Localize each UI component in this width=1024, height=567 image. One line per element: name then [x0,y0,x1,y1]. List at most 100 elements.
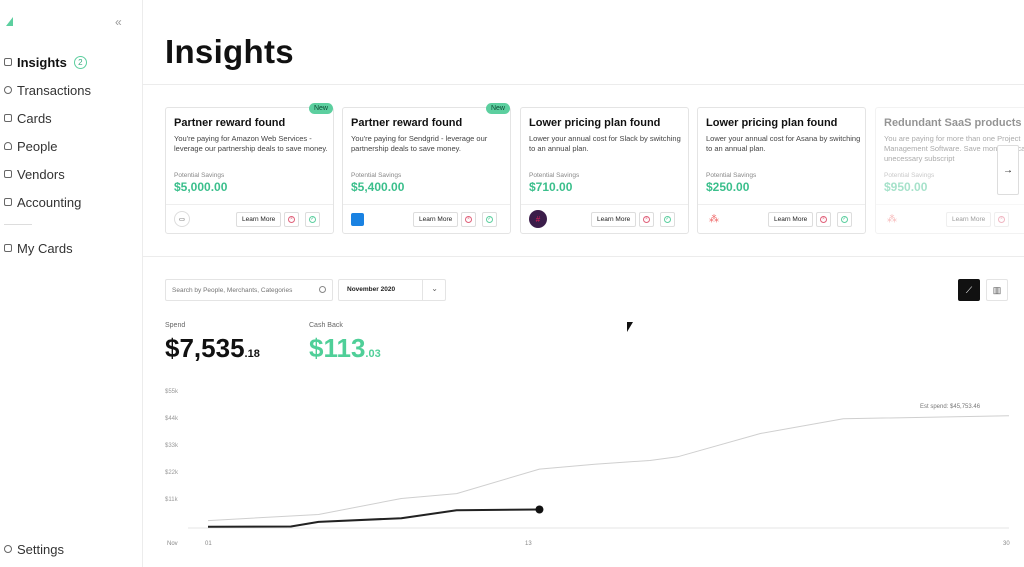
collapse-sidebar-button[interactable]: « [115,15,122,29]
search-input[interactable] [172,283,317,298]
sidebar-item-label: People [17,138,58,154]
close-circle-icon: × [465,216,472,223]
app-window: « Insights 2 Transactions Cards People V… [0,0,1024,567]
sidebar-item-transactions[interactable]: Transactions [4,81,91,99]
accept-button[interactable]: ✓ [482,212,497,227]
sidebar-item-people[interactable]: People [4,137,57,155]
card-footer: ⁂ Learn More × ✓ [698,204,865,233]
card-title: Partner reward found [174,117,286,129]
card-description: Lower your annual cost for Asana by swit… [706,134,861,153]
sidebar-item-settings[interactable]: Settings [4,540,64,558]
accept-button[interactable]: ✓ [660,212,675,227]
insight-card: Lower pricing plan found Lower your annu… [520,107,689,234]
brand-logo-icon[interactable] [6,17,13,26]
learn-more-button[interactable]: Learn More [236,212,282,227]
sidebar-item-label: Accounting [17,194,82,210]
learn-more-button[interactable]: Learn More [591,212,637,227]
dismiss-button[interactable]: × [994,212,1009,227]
book-icon [4,198,12,206]
y-tick-label: $22k [165,470,179,476]
card-footer: ⁂ Learn More × [876,204,1024,233]
sidebar-item-insights[interactable]: Insights 2 [4,53,87,71]
insight-card: New Partner reward found You're paying f… [165,103,334,234]
sidebar-divider [4,224,32,225]
slack-logo-icon: # [529,210,547,228]
savings-label: Potential Savings [529,172,580,179]
x-tick-label: 01 [205,541,212,547]
card-footer: Learn More × ✓ [343,204,510,233]
y-tick-label: $44k [165,416,179,422]
arrow-right-icon: → [1003,164,1013,176]
savings-label: Potential Savings [706,172,757,179]
sidebar-item-vendors[interactable]: Vendors [4,165,65,183]
bar-chart-view-button[interactable]: ▥ [986,279,1008,301]
spend-cents: .18 [244,348,260,360]
learn-more-button[interactable]: Learn More [413,212,459,227]
check-circle-icon: ✓ [486,216,493,223]
month-select[interactable]: November 2020 ⌄ [338,279,446,301]
sendgrid-logo-icon [351,213,364,226]
dismiss-button[interactable]: × [284,212,299,227]
count-badge: 2 [73,55,87,69]
savings-amount: $5,400.00 [351,180,405,194]
cashback-dollars: $113 [309,333,366,363]
learn-more-button[interactable]: Learn More [946,212,992,227]
sidebar-item-accounting[interactable]: Accounting [4,193,81,211]
sidebar-item-my-cards[interactable]: My Cards [4,239,73,257]
savings-amount: $5,000.00 [174,180,228,194]
bell-icon [4,58,12,66]
card-title: Lower pricing plan found [706,117,838,129]
insight-card: Lower pricing plan found Lower your annu… [697,107,866,234]
spend-label: Spend [165,322,186,329]
savings-amount: $950.00 [884,180,928,194]
estimated-spend-line [207,415,1010,522]
sidebar-item-cards[interactable]: Cards [4,109,52,127]
card-title: Lower pricing plan found [529,117,661,129]
month-select-value: November 2020 [347,286,396,293]
y-tick-label: $11k [165,497,178,503]
card-icon [4,244,12,252]
savings-label: Potential Savings [884,172,935,179]
estimated-spend-annotation: Est spend: $45,753.46 [920,404,981,410]
next-cards-button[interactable]: → [997,145,1019,195]
bar-chart-icon: ▥ [992,284,1002,295]
dismiss-button[interactable]: × [639,212,654,227]
accept-button[interactable]: ✓ [305,212,320,227]
check-circle-icon: ✓ [309,216,316,223]
dismiss-button[interactable]: × [816,212,831,227]
accept-button[interactable]: ✓ [837,212,852,227]
card-description: Lower your annual cost for Slack by swit… [529,134,681,153]
savings-label: Potential Savings [351,172,402,179]
mouse-cursor [627,322,633,332]
sidebar-item-label: Cards [17,110,52,126]
current-spend-point[interactable] [535,505,544,514]
search-field[interactable] [165,279,333,301]
dismiss-button[interactable]: × [461,212,476,227]
x-month-label: Nov [167,541,178,547]
spend-dollars: $7,535 [165,333,245,363]
cashback-label: Cash Back [309,322,343,329]
y-tick-label: $55k [165,389,179,395]
spend-chart: $55k $44k $33k $22k $11k Nov 01 13 30 Es… [143,380,1024,567]
x-tick-label: 30 [1003,541,1010,547]
learn-more-button[interactable]: Learn More [768,212,814,227]
close-circle-icon: × [998,216,1005,223]
close-circle-icon: × [820,216,827,223]
cashback-amount: $113.03 [309,333,381,364]
aws-logo-icon: ▭ [174,211,190,227]
saas-logos-icon: ⁂ [887,213,897,225]
insight-card: New Partner reward found You're paying f… [342,103,511,234]
close-circle-icon: × [643,216,650,223]
spend-amount: $7,535.18 [165,333,260,364]
card-description: You're paying for Sendgrid - leverage ou… [351,134,488,153]
asana-logo-icon: ⁂ [709,213,719,225]
store-icon [4,170,12,178]
savings-amount: $710.00 [529,180,573,194]
sidebar-item-label: Settings [17,541,64,557]
line-chart-view-button[interactable]: ⟋ [958,279,980,301]
sidebar: « Insights 2 Transactions Cards People V… [0,0,143,567]
chevron-down-icon: ⌄ [431,284,438,293]
page-header: Insights [143,0,1024,85]
insights-card-strip: New Partner reward found You're paying f… [143,85,1024,257]
cashback-cents: .03 [365,348,381,360]
